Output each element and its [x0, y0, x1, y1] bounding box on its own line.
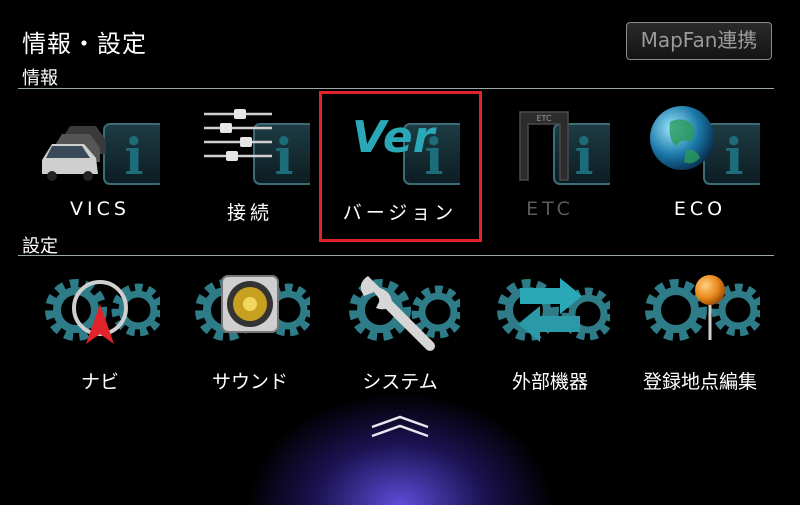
navi-label: ナビ: [80, 371, 119, 393]
connection-tile[interactable]: 接続: [180, 100, 320, 240]
system-label: システム: [362, 371, 438, 393]
vics-icon: [42, 123, 160, 187]
info-divider: [18, 88, 774, 89]
connection-label: 接続: [226, 202, 273, 224]
external-device-icon: [490, 278, 610, 342]
eco-tile[interactable]: ECO: [630, 100, 770, 240]
external-device-tile[interactable]: 外部機器: [480, 270, 620, 410]
settings-divider: [18, 255, 774, 256]
navi-icon: [40, 270, 160, 344]
selection-highlight: [319, 91, 482, 242]
info-section-title: 情報: [22, 68, 58, 89]
connection-icon: [204, 109, 310, 187]
eco-label: ECO: [673, 198, 727, 220]
external-device-label: 外部機器: [511, 371, 588, 393]
vics-tile[interactable]: VICS: [30, 100, 170, 240]
mapfan-link-button[interactable]: MapFan連携: [626, 22, 772, 60]
etc-tile: ETC ETC: [480, 100, 620, 240]
etc-label: ETC: [526, 198, 574, 220]
bottom-glow: [250, 395, 550, 505]
svg-text:ETC: ETC: [536, 114, 551, 123]
chevron-up-icon[interactable]: [370, 414, 430, 438]
eco-icon: [650, 106, 760, 187]
etc-icon: ETC: [519, 111, 610, 187]
page-title: 情報・設定: [22, 30, 147, 58]
registered-point-label: 登録地点編集: [642, 371, 757, 393]
registered-point-icon: [640, 275, 760, 360]
registered-point-tile[interactable]: 登録地点編集: [630, 270, 770, 410]
sound-label: サウンド: [211, 371, 288, 393]
navi-tile[interactable]: ナビ: [30, 270, 170, 410]
sound-tile[interactable]: サウンド: [180, 270, 320, 410]
sound-icon: [190, 275, 310, 360]
system-tile[interactable]: システム: [330, 270, 470, 410]
vics-label: VICS: [70, 198, 130, 220]
system-icon: [340, 276, 460, 351]
